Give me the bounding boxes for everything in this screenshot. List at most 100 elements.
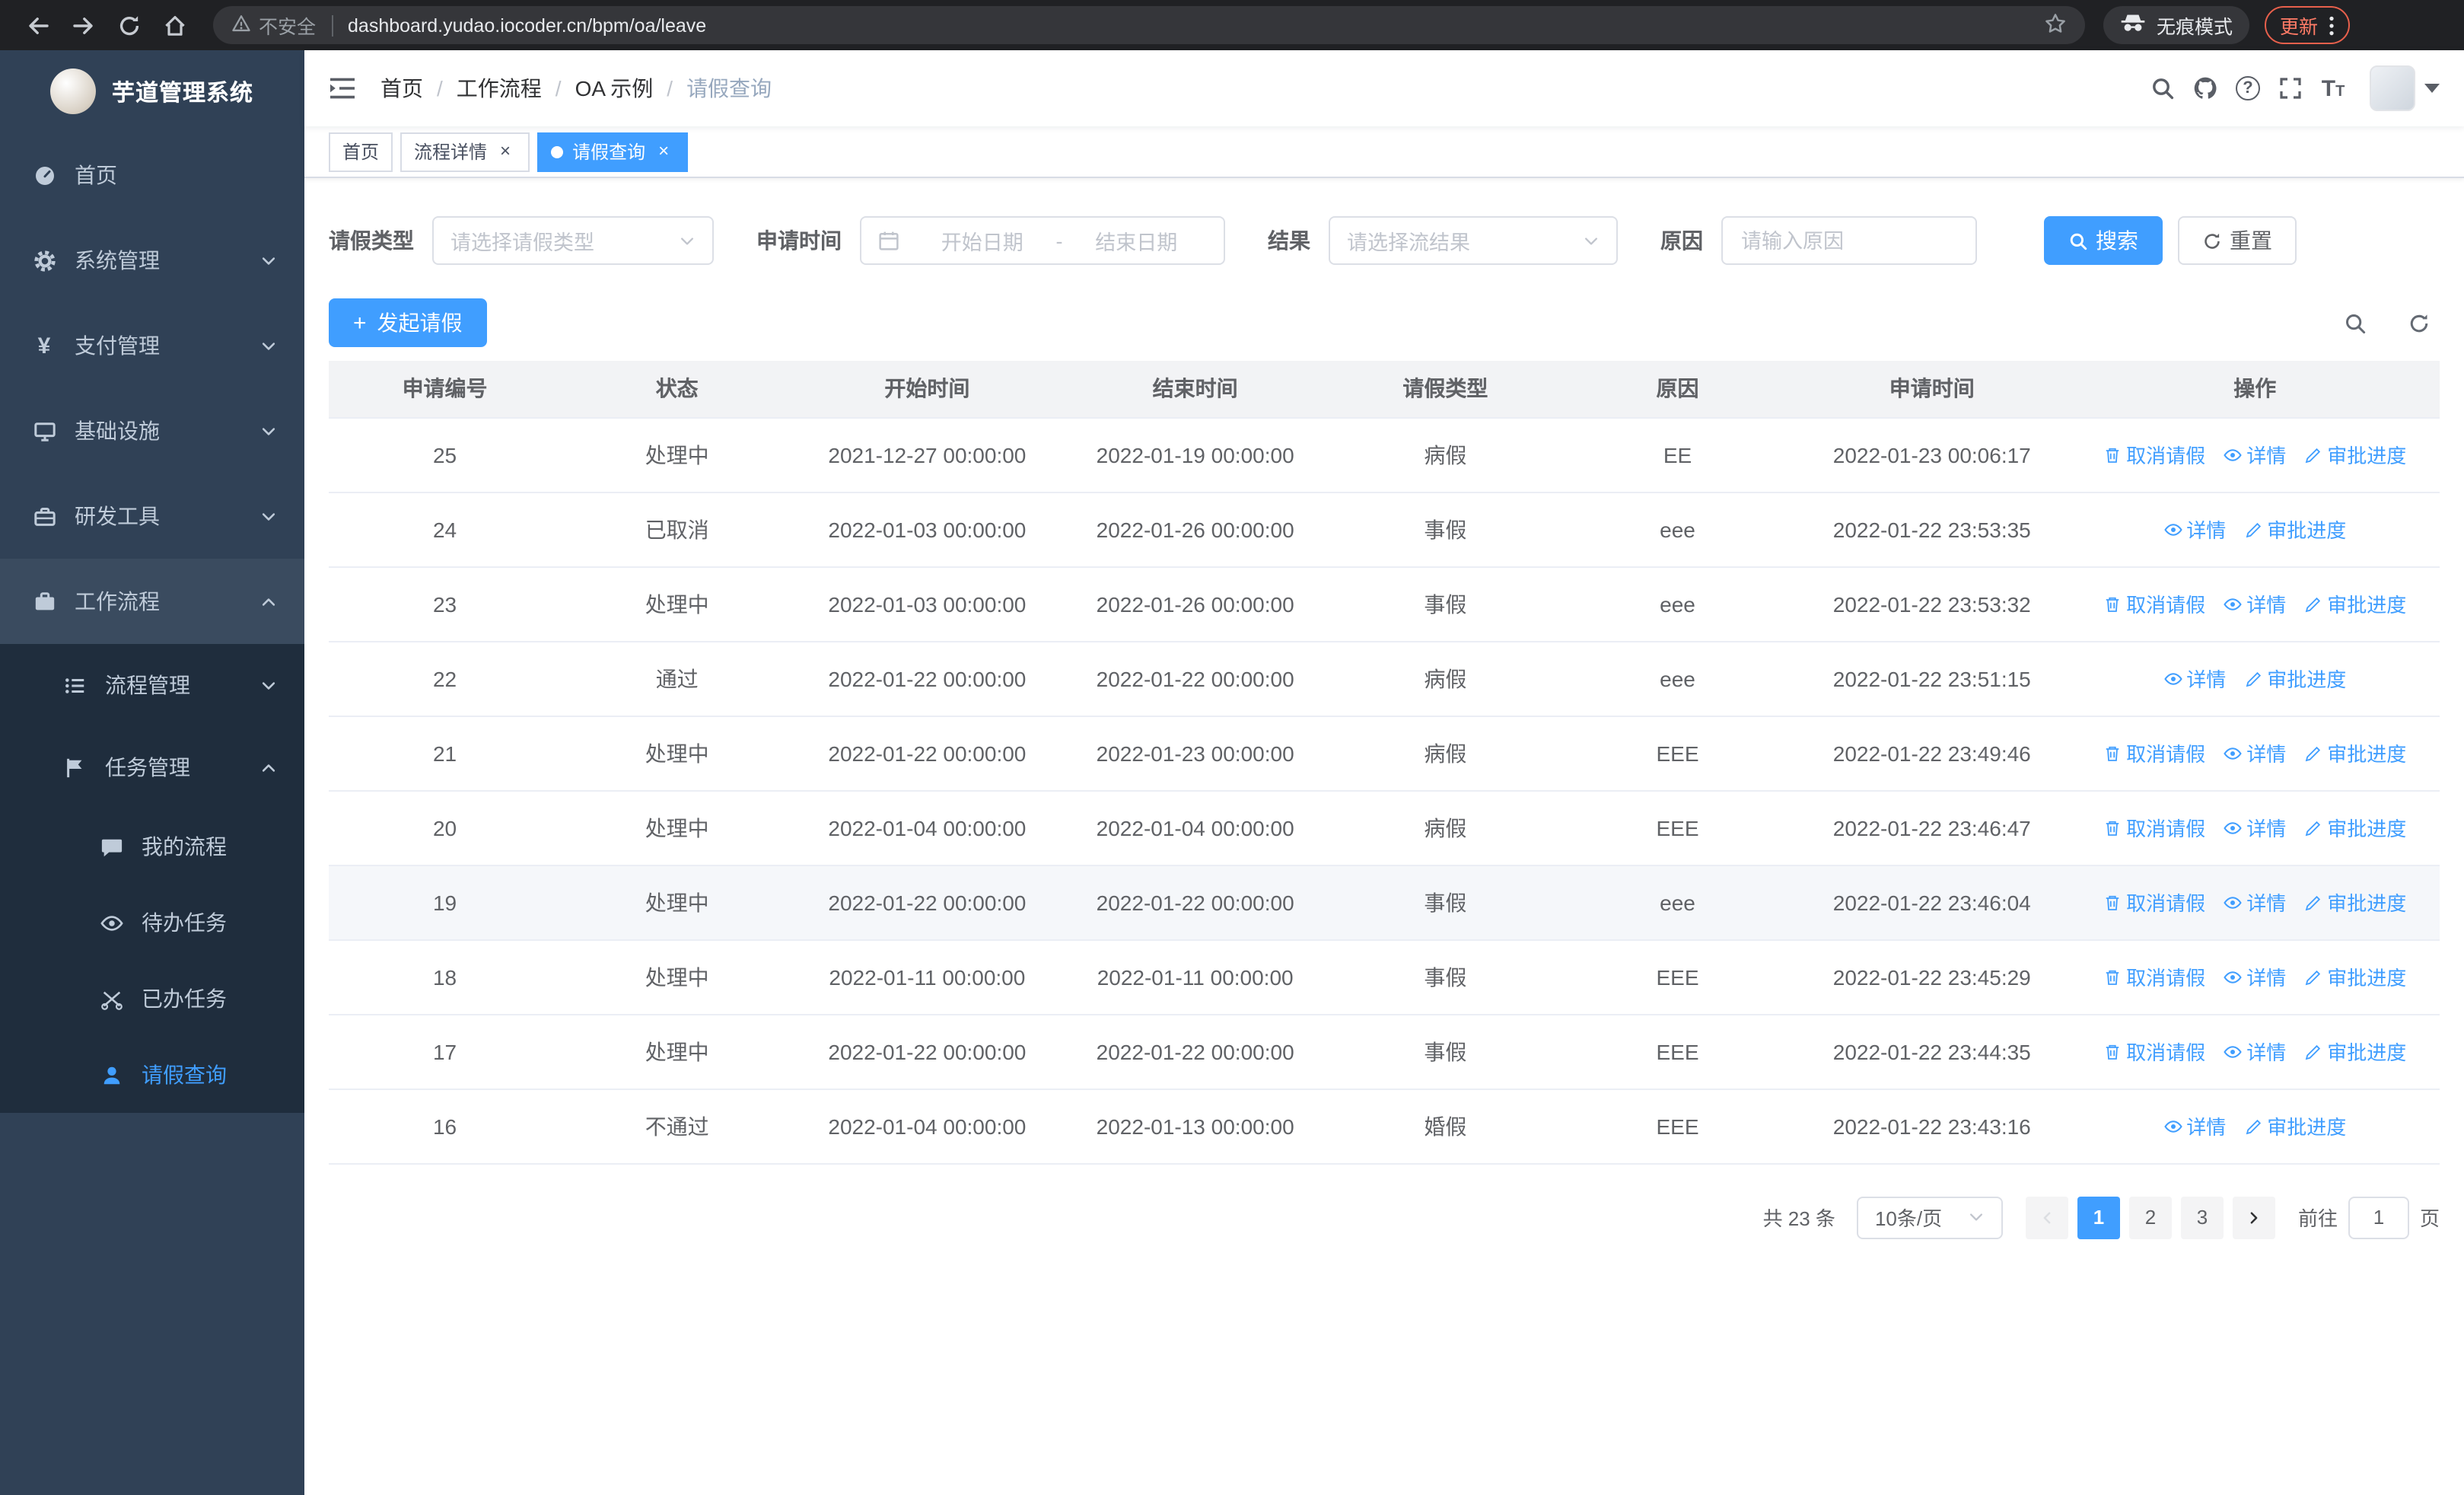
sidebar-item-workflow[interactable]: 工作流程 (0, 559, 304, 644)
progress-action-link[interactable]: 审批进度 (2304, 962, 2406, 991)
cancel-action-link[interactable]: 取消请假 (2103, 440, 2205, 469)
status-cell: 不通过 (561, 1089, 794, 1164)
tab-process-detail[interactable]: 流程详情 × (400, 132, 530, 171)
result-select[interactable]: 请选择流结果 (1329, 216, 1618, 265)
breadcrumb-workflow[interactable]: 工作流程 (457, 73, 542, 104)
apply-time-range-picker[interactable]: 开始日期 - 结束日期 (860, 216, 1225, 265)
page-3-button[interactable]: 3 (2180, 1196, 2224, 1238)
progress-action-link[interactable]: 审批进度 (2304, 813, 2406, 842)
detail-action-link[interactable]: 详情 (2224, 738, 2286, 767)
refresh-table-icon[interactable] (2397, 301, 2440, 344)
sidebar-item-payment-mgmt[interactable]: ¥ 支付管理 (0, 303, 304, 388)
sidebar-item-infrastructure[interactable]: 基础设施 (0, 388, 304, 473)
font-size-icon[interactable]: TT (2312, 67, 2354, 110)
detail-action-link[interactable]: 详情 (2224, 888, 2286, 916)
edit-icon (2304, 967, 2322, 986)
search-button[interactable]: 搜索 (2044, 216, 2163, 265)
start-time-cell: 2022-01-22 00:00:00 (793, 865, 1062, 940)
detail-action-link[interactable]: 详情 (2163, 1111, 2226, 1140)
progress-action-link[interactable]: 审批进度 (2244, 1111, 2346, 1140)
start-time-cell: 2022-01-03 00:00:00 (793, 566, 1062, 642)
apply-id-cell: 18 (329, 939, 562, 1015)
progress-action-link[interactable]: 审批进度 (2304, 888, 2406, 916)
address-bar[interactable]: 不安全 dashboard.yudao.iocoder.cn/bpm/oa/le… (213, 6, 2085, 44)
detail-action-link[interactable]: 详情 (2224, 440, 2286, 469)
github-icon[interactable] (2184, 67, 2227, 110)
hamburger-icon[interactable] (329, 76, 356, 100)
end-time-cell: 2022-01-04 00:00:00 (1061, 790, 1329, 865)
avatar[interactable] (2370, 65, 2415, 111)
leave-type-select[interactable]: 请选择请假类型 (432, 216, 714, 265)
chevron-down-icon[interactable] (2424, 84, 2440, 93)
reason-cell: EEE (1561, 716, 1794, 791)
progress-action-link[interactable]: 审批进度 (2244, 664, 2346, 693)
apply-time-cell: 2022-01-22 23:53:32 (1794, 566, 2071, 642)
tab-leave-query[interactable]: 请假查询 × (537, 132, 689, 171)
page-size-select[interactable]: 10条/页 (1856, 1196, 2003, 1238)
bookmark-star-icon[interactable] (2044, 11, 2067, 39)
app-logo[interactable]: 芋道管理系统 (0, 50, 304, 132)
sidebar-item-my-process[interactable]: 我的流程 (0, 808, 304, 885)
user-icon (97, 1063, 125, 1086)
cancel-action-link[interactable]: 取消请假 (2103, 1037, 2205, 1066)
reason-cell: eee (1561, 492, 1794, 567)
leave-type-cell: 事假 (1329, 1014, 1561, 1089)
browser-back-button[interactable] (15, 4, 61, 46)
sidebar-item-home[interactable]: 首页 (0, 132, 304, 218)
browser-home-button[interactable] (152, 4, 198, 46)
sidebar-item-process-mgmt[interactable]: 流程管理 (0, 644, 304, 726)
start-date-input[interactable]: 开始日期 (912, 225, 1053, 256)
detail-action-link[interactable]: 详情 (2224, 1037, 2286, 1066)
sidebar-item-system-mgmt[interactable]: 系统管理 (0, 218, 304, 303)
browser-update-button[interactable]: 更新 (2265, 6, 2351, 44)
security-warning[interactable]: 不安全 (231, 11, 316, 40)
sidebar-item-done-tasks[interactable]: 已办任务 (0, 961, 304, 1037)
help-icon[interactable]: ? (2227, 67, 2269, 110)
detail-action-link[interactable]: 详情 (2163, 515, 2226, 543)
fullscreen-icon[interactable] (2269, 67, 2312, 110)
end-date-input[interactable]: 结束日期 (1066, 225, 1208, 256)
page-2-button[interactable]: 2 (2128, 1196, 2172, 1238)
cancel-action-link[interactable]: 取消请假 (2103, 589, 2205, 618)
detail-action-link[interactable]: 详情 (2224, 589, 2286, 618)
breadcrumb-home[interactable]: 首页 (380, 73, 423, 104)
detail-action-link[interactable]: 详情 (2224, 962, 2286, 991)
progress-action-link[interactable]: 审批进度 (2304, 738, 2406, 767)
search-icon[interactable] (2141, 67, 2184, 110)
page-1-button[interactable]: 1 (2077, 1196, 2120, 1238)
progress-action-link[interactable]: 审批进度 (2304, 440, 2406, 469)
briefcase-icon (30, 590, 58, 613)
progress-action-link[interactable]: 审批进度 (2304, 589, 2406, 618)
cancel-action-link[interactable]: 取消请假 (2103, 813, 2205, 842)
reason-input[interactable] (1721, 216, 1977, 265)
cancel-action-link[interactable]: 取消请假 (2103, 962, 2205, 991)
cancel-action-link[interactable]: 取消请假 (2103, 738, 2205, 767)
close-icon[interactable]: × (653, 140, 674, 162)
prev-page-button[interactable] (2025, 1196, 2068, 1238)
hide-search-icon[interactable] (2333, 301, 2376, 344)
tab-home[interactable]: 首页 (329, 132, 393, 171)
browser-refresh-button[interactable] (107, 4, 152, 46)
breadcrumb-oa-example[interactable]: OA 示例 (575, 73, 654, 104)
progress-action-link[interactable]: 审批进度 (2244, 515, 2346, 543)
sidebar: 芋道管理系统 首页 系统管理 ¥ 支付管理 基础设施 研发工具 工作流程 流程管理 任务管理 我的… (0, 50, 304, 1495)
close-icon[interactable]: × (495, 140, 516, 162)
browser-menu-icon[interactable] (2329, 14, 2335, 36)
apply-time-cell: 2022-01-22 23:43:16 (1794, 1089, 2071, 1164)
url-text[interactable]: dashboard.yudao.iocoder.cn/bpm/oa/leave (348, 14, 2044, 36)
reset-button[interactable]: 重置 (2178, 216, 2297, 265)
detail-action-link[interactable]: 详情 (2163, 664, 2226, 693)
progress-action-link[interactable]: 审批进度 (2304, 1037, 2406, 1066)
sidebar-item-todo-tasks[interactable]: 待办任务 (0, 885, 304, 961)
cancel-action-link[interactable]: 取消请假 (2103, 888, 2205, 916)
sidebar-item-dev-tools[interactable]: 研发工具 (0, 473, 304, 559)
create-leave-button[interactable]: + 发起请假 (329, 298, 487, 347)
reason-cell: eee (1561, 641, 1794, 716)
sidebar-item-task-mgmt[interactable]: 任务管理 (0, 726, 304, 808)
next-page-button[interactable] (2232, 1196, 2275, 1238)
goto-page-input[interactable] (2348, 1196, 2409, 1238)
detail-action-link[interactable]: 详情 (2224, 813, 2286, 842)
sidebar-item-leave-query[interactable]: 请假查询 (0, 1037, 304, 1113)
browser-forward-button[interactable] (61, 4, 107, 46)
active-dot (551, 145, 564, 158)
